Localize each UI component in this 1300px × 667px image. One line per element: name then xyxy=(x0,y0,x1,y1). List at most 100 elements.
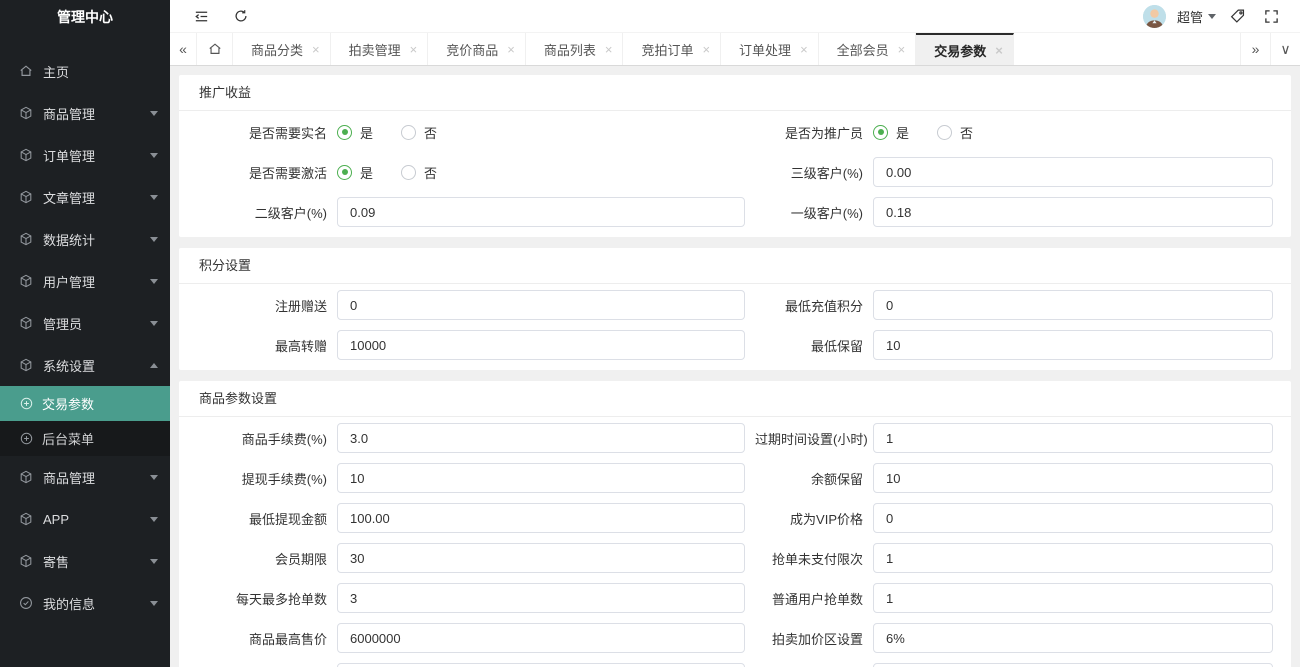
daily-grab-max-input[interactable] xyxy=(337,583,745,613)
sidebar-item-data-stats[interactable]: 数据统计 xyxy=(0,218,170,260)
sidebar-subitem-trade-params[interactable]: 交易参数 xyxy=(0,386,170,421)
close-icon[interactable]: × xyxy=(410,43,418,56)
expire-hours-input[interactable] xyxy=(873,423,1273,453)
normal-user-grab-input[interactable] xyxy=(873,583,1273,613)
sidebar-subitem-label: 交易参数 xyxy=(42,394,94,413)
chevron-up-icon xyxy=(150,363,158,368)
sidebar-item-app[interactable]: APP xyxy=(0,498,170,540)
radio-no[interactable]: 否 xyxy=(401,163,437,182)
tab-auction-orders[interactable]: 竞拍订单 × xyxy=(623,33,721,65)
close-icon[interactable]: × xyxy=(800,43,808,56)
sidebar-item-article-mgmt[interactable]: 文章管理 xyxy=(0,176,170,218)
tabs-scroll-left-button[interactable]: « xyxy=(170,33,197,65)
radio-yes[interactable]: 是 xyxy=(337,163,373,182)
tabs-collapse-button[interactable]: ∨ xyxy=(1270,33,1300,65)
cube-icon xyxy=(18,358,33,373)
radio-yes[interactable]: 是 xyxy=(337,123,373,142)
auction-increment-input[interactable] xyxy=(873,623,1273,653)
balance-retain-input[interactable] xyxy=(873,463,1273,493)
sidebar-item-label: 数据统计 xyxy=(43,230,150,249)
section-title: 积分设置 xyxy=(179,248,1291,284)
field-label: 提现手续费(%) xyxy=(199,469,327,488)
radio-icon xyxy=(873,125,888,140)
tab-label: 商品分类 xyxy=(251,40,303,59)
extra-right-input[interactable] xyxy=(873,663,1273,667)
chevron-down-icon xyxy=(150,111,158,116)
radio-yes[interactable]: 是 xyxy=(873,123,909,142)
cube-icon xyxy=(18,316,33,331)
goods-fee-percent-input[interactable] xyxy=(337,423,745,453)
radio-icon xyxy=(937,125,952,140)
sidebar-item-goods-mgmt[interactable]: 商品管理 xyxy=(0,92,170,134)
close-icon[interactable]: × xyxy=(898,43,906,56)
sidebar-item-admin[interactable]: 管理员 xyxy=(0,302,170,344)
field-label: 最低提现金额 xyxy=(199,509,327,528)
user-name-label: 超管 xyxy=(1177,7,1203,26)
close-icon[interactable]: × xyxy=(507,43,515,56)
sidebar-subitem-label: 后台菜单 xyxy=(42,429,94,448)
unpaid-grab-limit-input[interactable] xyxy=(873,543,1273,573)
register-gift-input[interactable] xyxy=(337,290,745,320)
collapse-menu-icon[interactable] xyxy=(186,0,216,33)
sidebar-subitem-backend-menu[interactable]: 后台菜单 xyxy=(0,421,170,456)
member-period-input[interactable] xyxy=(337,543,745,573)
level3-client-percent-input[interactable] xyxy=(873,157,1273,187)
tab-all-members[interactable]: 全部会员 × xyxy=(819,33,917,65)
cube-icon xyxy=(18,232,33,247)
sidebar-item-home[interactable]: 主页 xyxy=(0,50,170,92)
radio-label: 是 xyxy=(360,163,373,182)
tab-trade-params[interactable]: 交易参数 × xyxy=(916,33,1014,65)
field-label: 余额保留 xyxy=(755,469,863,488)
fullscreen-icon[interactable] xyxy=(1256,0,1286,33)
radio-no[interactable]: 否 xyxy=(937,123,973,142)
goods-max-price-input[interactable] xyxy=(337,623,745,653)
max-transfer-input[interactable] xyxy=(337,330,745,360)
close-icon[interactable]: × xyxy=(312,43,320,56)
min-retain-input[interactable] xyxy=(873,330,1273,360)
field-label: 是否为推广员 xyxy=(755,123,863,142)
level1-client-percent-input[interactable] xyxy=(873,197,1273,227)
tab-label: 订单处理 xyxy=(739,40,791,59)
min-recharge-points-input[interactable] xyxy=(873,290,1273,320)
tab-goods-category[interactable]: 商品分类 × xyxy=(233,33,331,65)
extra-left-input[interactable] xyxy=(337,663,745,667)
tab-auction-mgmt[interactable]: 拍卖管理 × xyxy=(331,33,429,65)
sidebar-item-my-info[interactable]: 我的信息 xyxy=(0,582,170,624)
sidebar: 管理中心 主页 商品管理 订单管理 xyxy=(0,0,170,667)
tab-bidding-goods[interactable]: 竞价商品 × xyxy=(428,33,526,65)
form-row: 每天最多抢单数 普通用户抢单数 xyxy=(179,578,1291,618)
tab-label: 拍卖管理 xyxy=(349,40,401,59)
sidebar-item-consignment[interactable]: 寄售 xyxy=(0,540,170,582)
promoter-radio-group: 是 否 xyxy=(873,123,1273,142)
home-tab[interactable] xyxy=(197,33,233,65)
field-label: 是否需要激活 xyxy=(199,163,327,182)
sidebar-item-goods-mgmt2[interactable]: 商品管理 xyxy=(0,456,170,498)
avatar[interactable] xyxy=(1143,5,1166,28)
form-row: 提现手续费(%) 余额保留 xyxy=(179,458,1291,498)
close-icon[interactable]: × xyxy=(605,43,613,56)
tab-order-processing[interactable]: 订单处理 × xyxy=(721,33,819,65)
sidebar-nav: 主页 商品管理 订单管理 文章管理 xyxy=(0,34,170,624)
field-label: 每天最多抢单数 xyxy=(199,589,327,608)
radio-label: 是 xyxy=(896,123,909,142)
section-points-settings: 积分设置 注册赠送 最低充值积分 最高转赠 最低保留 xyxy=(179,248,1291,370)
refresh-icon[interactable] xyxy=(226,0,256,33)
level2-client-percent-input[interactable] xyxy=(337,197,745,227)
close-icon[interactable]: × xyxy=(702,43,710,56)
home-icon xyxy=(208,42,222,56)
user-menu[interactable]: 超管 xyxy=(1177,7,1216,26)
sidebar-item-order-mgmt[interactable]: 订单管理 xyxy=(0,134,170,176)
radio-no[interactable]: 否 xyxy=(401,123,437,142)
withdraw-fee-percent-input[interactable] xyxy=(337,463,745,493)
cube-icon xyxy=(18,274,33,289)
sidebar-item-user-mgmt[interactable]: 用户管理 xyxy=(0,260,170,302)
vip-price-input[interactable] xyxy=(873,503,1273,533)
field-label: 抢单未支付限次 xyxy=(755,549,863,568)
tabs-scroll-right-button[interactable]: » xyxy=(1240,33,1270,65)
form-row: 最低提现金额 成为VIP价格 xyxy=(179,498,1291,538)
sidebar-item-system-settings[interactable]: 系统设置 xyxy=(0,344,170,386)
min-withdraw-amount-input[interactable] xyxy=(337,503,745,533)
tab-goods-list[interactable]: 商品列表 × xyxy=(526,33,624,65)
tag-icon[interactable] xyxy=(1222,0,1252,33)
close-icon[interactable]: × xyxy=(995,44,1003,57)
